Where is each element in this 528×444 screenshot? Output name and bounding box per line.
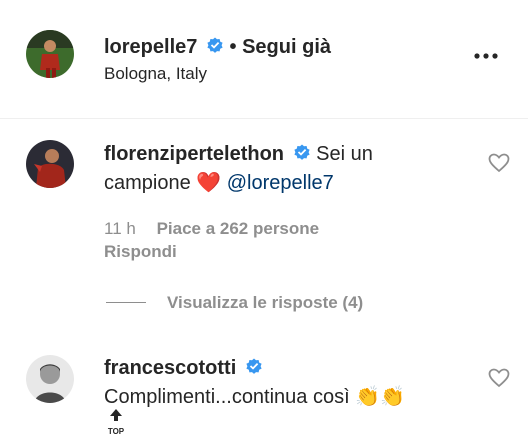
reply-button[interactable]: Rispondi	[104, 242, 177, 262]
separator-dot: •	[229, 36, 237, 58]
post-header: lorepelle7 • Segui già Bologna, Italy	[0, 0, 528, 118]
comment-username[interactable]: florenzipertelethon	[104, 143, 284, 165]
scroll-top-button[interactable]: TOP	[106, 408, 126, 436]
avatar-francescototti[interactable]	[26, 355, 74, 403]
comment-username[interactable]: francescototti	[104, 357, 236, 379]
comment-text: Sei un	[316, 143, 373, 165]
comment-text: Complimenti...continua così	[104, 386, 350, 408]
comment-likes[interactable]: Piace a 262 persone	[157, 219, 320, 238]
like-heart-icon[interactable]	[488, 153, 510, 178]
comment-timestamp[interactable]: 11 h	[104, 219, 136, 238]
post-author-username[interactable]: lorepelle7	[104, 36, 197, 58]
mention-link[interactable]: @lorepelle7	[227, 172, 334, 194]
replies-divider-line	[106, 302, 146, 303]
follow-status-button[interactable]: Segui già	[242, 36, 331, 58]
verified-badge-icon	[245, 356, 263, 382]
clapping-hands-emoji: 👏👏	[355, 384, 406, 408]
header-divider	[0, 118, 528, 119]
post-location[interactable]: Bologna, Italy	[104, 61, 207, 87]
verified-badge-icon	[293, 142, 311, 168]
verified-badge-icon	[206, 35, 224, 61]
avatar-lorepelle7[interactable]	[26, 30, 74, 78]
top-label: TOP	[107, 427, 125, 436]
more-options-icon[interactable]	[474, 46, 498, 64]
view-replies-button[interactable]: Visualizza le risposte (4)	[167, 293, 363, 313]
avatar-florenzipertelethon[interactable]	[26, 140, 74, 188]
arrow-up-icon	[109, 409, 123, 426]
like-heart-icon[interactable]	[488, 368, 510, 393]
comment-text-cont: campione	[104, 172, 191, 194]
red-heart-emoji: ❤️	[196, 170, 222, 194]
